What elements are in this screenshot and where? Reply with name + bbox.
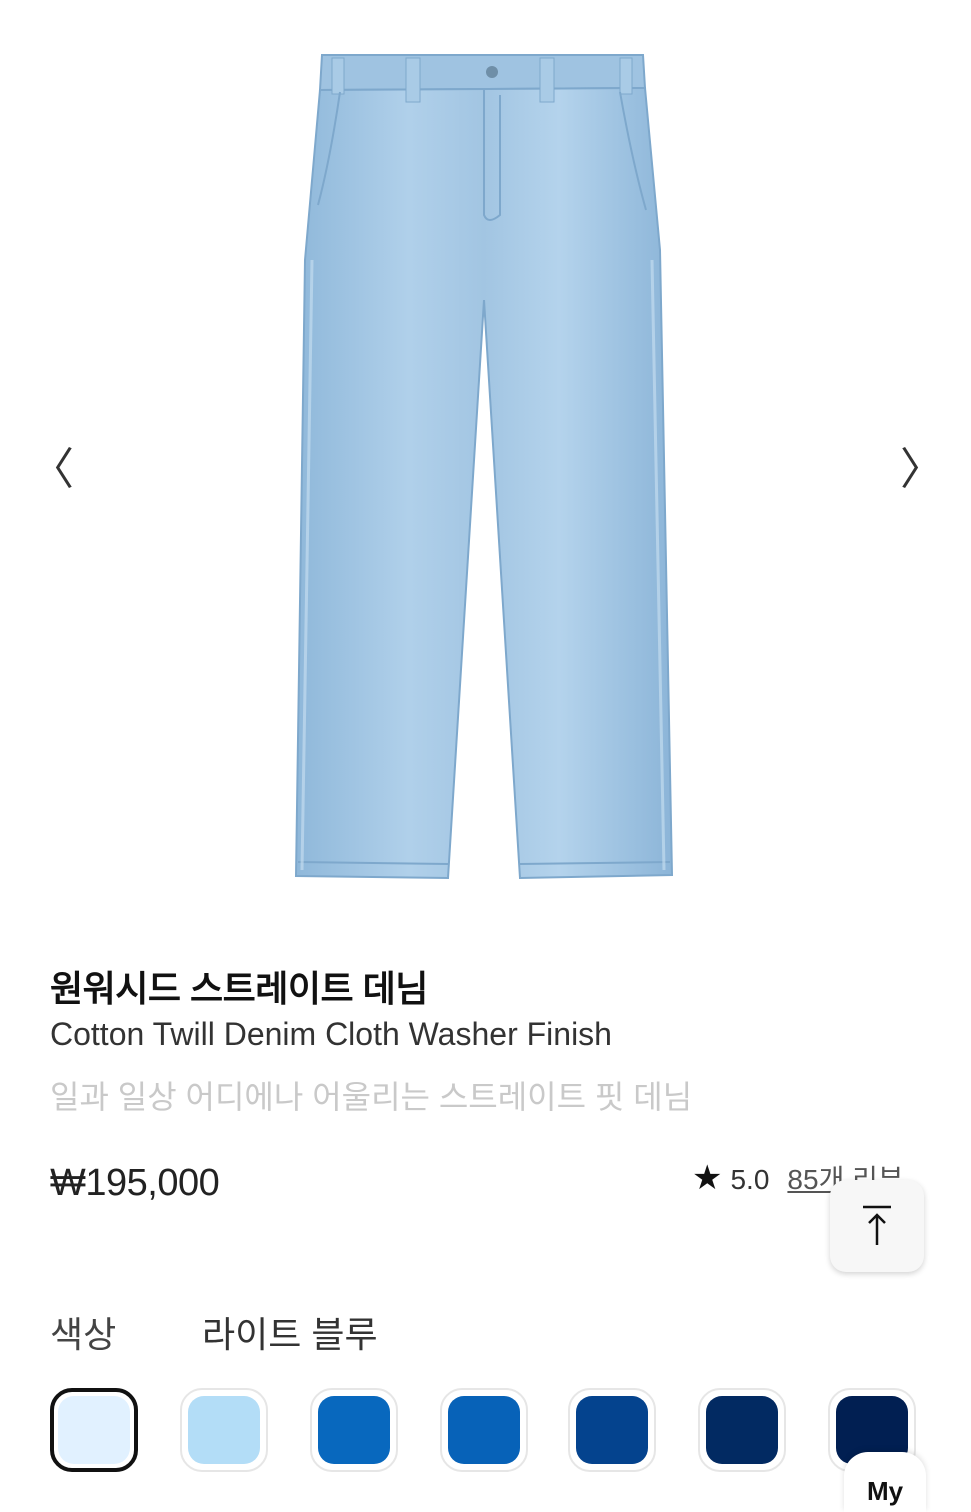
product-title-en: Cotton Twill Denim Cloth Washer Finish [50,1016,612,1052]
rating-value: 5.0 [730,1164,770,1195]
color-swatch-2[interactable] [180,1388,268,1472]
swatch-fill [58,1396,130,1464]
prev-image-button[interactable]: 〈 [30,445,74,495]
arrow-up-to-line-icon [863,1205,891,1245]
star-icon: ★ [692,1158,723,1198]
product-image-jeans [294,54,674,880]
scroll-to-top-button[interactable] [830,1180,924,1272]
color-swatch-6[interactable] [698,1388,786,1472]
color-swatch-5[interactable] [568,1388,656,1472]
product-title-ko: 원워시드 스트레이트 데님 [50,968,428,1009]
swatch-fill [318,1396,390,1464]
product-image-gallery: 〈 〉 [0,0,971,920]
product-price: ₩195,000 [50,1162,220,1204]
swatch-fill [706,1396,778,1464]
swatch-fill [448,1396,520,1464]
next-image-button[interactable]: 〉 [900,445,944,495]
my-menu-button[interactable]: My [844,1452,926,1512]
color-swatch-3[interactable] [310,1388,398,1472]
color-swatch-4[interactable] [440,1388,528,1472]
product-subtitle: 일과 일상 어디에나 어울리는 스트레이트 핏 데님 [50,1079,693,1115]
color-swatch-1[interactable] [50,1388,138,1472]
color-label: 색상 [50,1314,117,1355]
selected-color-name: 라이트 블루 [202,1314,378,1355]
swatch-fill [576,1396,648,1464]
swatch-fill [188,1396,260,1464]
